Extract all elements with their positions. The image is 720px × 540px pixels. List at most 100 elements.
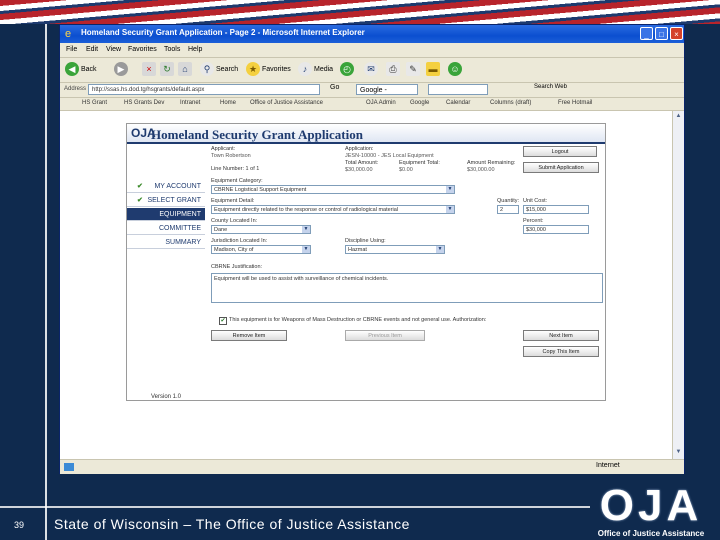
total-amount-value: $30,000.00 bbox=[345, 167, 373, 173]
link-columns[interactable]: Columns (draft) bbox=[490, 100, 531, 106]
oja-logo-subtitle: Office of Justice Assistance bbox=[597, 529, 705, 538]
applicant-label: Applicant: bbox=[211, 146, 236, 152]
favorites-star-icon: ★ bbox=[246, 62, 260, 77]
history-icon: ◴ bbox=[340, 62, 354, 77]
equipment-category-select[interactable]: CBRNE Logistical Support Equipment ▼ bbox=[211, 185, 455, 194]
flag-banner bbox=[0, 0, 720, 24]
jurisdiction-label: Jurisdiction Located In: bbox=[211, 238, 268, 244]
minimize-button[interactable]: _ bbox=[640, 27, 653, 40]
equipment-detail-label: Equipment Detail: bbox=[211, 198, 255, 204]
menu-file[interactable]: File bbox=[66, 46, 77, 53]
remove-item-button[interactable]: Remove Item bbox=[211, 330, 287, 341]
equipment-detail-select[interactable]: Equipment directly related to the respon… bbox=[211, 205, 455, 214]
link-oja-admin[interactable]: OJA Admin bbox=[366, 100, 396, 106]
print-button[interactable]: ⎙ bbox=[386, 62, 402, 78]
link-home[interactable]: Home bbox=[220, 100, 236, 106]
history-button[interactable]: ◴ bbox=[340, 62, 356, 78]
county-located-label: County Located In: bbox=[211, 218, 258, 224]
county-located-select[interactable]: Dane ▼ bbox=[211, 225, 311, 234]
left-rule bbox=[45, 24, 47, 540]
chevron-down-icon: ▼ bbox=[446, 186, 454, 193]
discipline-value: Hazmat bbox=[348, 247, 367, 253]
unit-cost-label: Unit Cost: bbox=[523, 198, 548, 204]
folder-icon: ▬ bbox=[426, 62, 440, 77]
go-button[interactable]: Go bbox=[330, 84, 339, 91]
address-bar: Address http://ssas.hs.dod.tg/hsgrants/d… bbox=[60, 83, 684, 98]
sidebar-item-my-account[interactable]: ✔ MY ACCOUNT bbox=[127, 180, 205, 193]
search-button[interactable]: ⚲ Search bbox=[200, 62, 238, 78]
menu-tools[interactable]: Tools bbox=[164, 46, 180, 53]
link-hotmail[interactable]: Free Hotmail bbox=[558, 100, 592, 106]
link-hs-grant[interactable]: HS Grant bbox=[82, 100, 107, 106]
menu-favorites[interactable]: Favorites bbox=[128, 46, 157, 53]
link-calendar[interactable]: Calendar bbox=[446, 100, 470, 106]
browser-window: e Homeland Security Grant Application - … bbox=[59, 24, 685, 474]
search-web-button[interactable]: Search Web bbox=[534, 84, 567, 90]
sidebar-item-equipment[interactable]: EQUIPMENT bbox=[127, 208, 205, 221]
link-google[interactable]: Google bbox=[410, 100, 429, 106]
sidebar-item-label: COMMITTEE bbox=[159, 225, 201, 232]
forward-button[interactable]: ▶ bbox=[114, 62, 130, 78]
ie-icon: e bbox=[65, 28, 72, 40]
sidebar-item-select-grant[interactable]: ✔ SELECT GRANT bbox=[127, 194, 205, 207]
stop-button[interactable]: × bbox=[142, 62, 158, 78]
print-icon: ⎙ bbox=[386, 62, 400, 77]
wmd-checkbox[interactable]: ✔ bbox=[219, 317, 227, 325]
link-hs-grants-dev[interactable]: HS Grants Dev bbox=[124, 100, 164, 106]
percent-input[interactable]: $30,000 bbox=[523, 225, 589, 234]
previous-item-button[interactable]: Previous Item bbox=[345, 330, 425, 341]
close-button[interactable]: × bbox=[670, 27, 683, 40]
jurisdiction-select[interactable]: Madison, City of ▼ bbox=[211, 245, 311, 254]
refresh-button[interactable]: ↻ bbox=[160, 62, 176, 78]
link-intranet[interactable]: Intranet bbox=[180, 100, 200, 106]
quantity-label: Quantity: bbox=[497, 198, 520, 204]
menu-bar: File Edit View Favorites Tools Help bbox=[60, 44, 684, 58]
slide-number: 39 bbox=[14, 520, 25, 530]
sidebar-item-committee[interactable]: COMMITTEE bbox=[127, 222, 205, 235]
mail-button[interactable]: ✉ bbox=[364, 62, 380, 78]
title-bar: e Homeland Security Grant Application - … bbox=[60, 25, 684, 43]
home-icon: ⌂ bbox=[178, 62, 192, 77]
justification-textarea[interactable]: Equipment will be used to assist with su… bbox=[211, 273, 603, 303]
back-button[interactable]: ◀ Back bbox=[65, 62, 97, 78]
discipline-select[interactable]: Hazmat ▼ bbox=[345, 245, 445, 254]
media-label: Media bbox=[314, 66, 334, 73]
messenger-button[interactable]: ☺ bbox=[448, 62, 464, 78]
home-button[interactable]: ⌂ bbox=[178, 62, 194, 78]
scroll-down-icon[interactable]: ▼ bbox=[675, 449, 682, 457]
sidebar-item-summary[interactable]: SUMMARY bbox=[127, 236, 205, 249]
maximize-button[interactable]: □ bbox=[655, 27, 668, 40]
menu-help[interactable]: Help bbox=[188, 46, 202, 53]
back-label: Back bbox=[81, 66, 97, 73]
address-input[interactable]: http://ssas.hs.dod.tg/hsgrants/default.a… bbox=[88, 84, 320, 95]
link-oja[interactable]: Office of Justice Assistance bbox=[250, 100, 323, 106]
folder-button[interactable]: ▬ bbox=[426, 62, 442, 78]
sidebar-item-label: EQUIPMENT bbox=[159, 211, 201, 218]
internet-zone: Internet bbox=[596, 462, 620, 469]
version-label: Version 1.0 bbox=[151, 394, 182, 400]
submit-application-button[interactable]: Submit Application bbox=[523, 162, 599, 173]
scroll-up-icon[interactable]: ▲ bbox=[675, 113, 682, 121]
equipment-category-label: Equipment Category: bbox=[211, 178, 263, 184]
refresh-icon: ↻ bbox=[160, 62, 174, 77]
quantity-input[interactable]: 2 bbox=[497, 205, 519, 214]
favorites-button[interactable]: ★ Favorites bbox=[246, 62, 291, 78]
copy-item-button[interactable]: Copy This Item bbox=[523, 346, 599, 357]
menu-view[interactable]: View bbox=[106, 46, 121, 53]
amount-remaining-label: Amount Remaining: bbox=[467, 160, 516, 166]
next-item-button[interactable]: Next Item bbox=[523, 330, 599, 341]
google-search-input[interactable] bbox=[428, 84, 488, 95]
search-icon: ⚲ bbox=[200, 62, 214, 77]
chevron-down-icon: ▼ bbox=[436, 246, 444, 253]
logout-button[interactable]: Logout bbox=[523, 146, 597, 157]
menu-edit[interactable]: Edit bbox=[86, 46, 98, 53]
address-label: Address bbox=[64, 86, 87, 92]
vertical-scrollbar[interactable]: ▲ ▼ bbox=[672, 111, 684, 459]
media-icon: ♪ bbox=[298, 62, 312, 77]
google-toolbar-logo[interactable]: Google - bbox=[356, 84, 418, 95]
footer-rule bbox=[0, 506, 590, 508]
unit-cost-input[interactable]: $15,000 bbox=[523, 205, 589, 214]
edit-button[interactable]: ✎ bbox=[406, 62, 422, 78]
media-button[interactable]: ♪ Media bbox=[298, 62, 333, 78]
line-number-label: Line Number: 1 of 1 bbox=[211, 166, 260, 172]
